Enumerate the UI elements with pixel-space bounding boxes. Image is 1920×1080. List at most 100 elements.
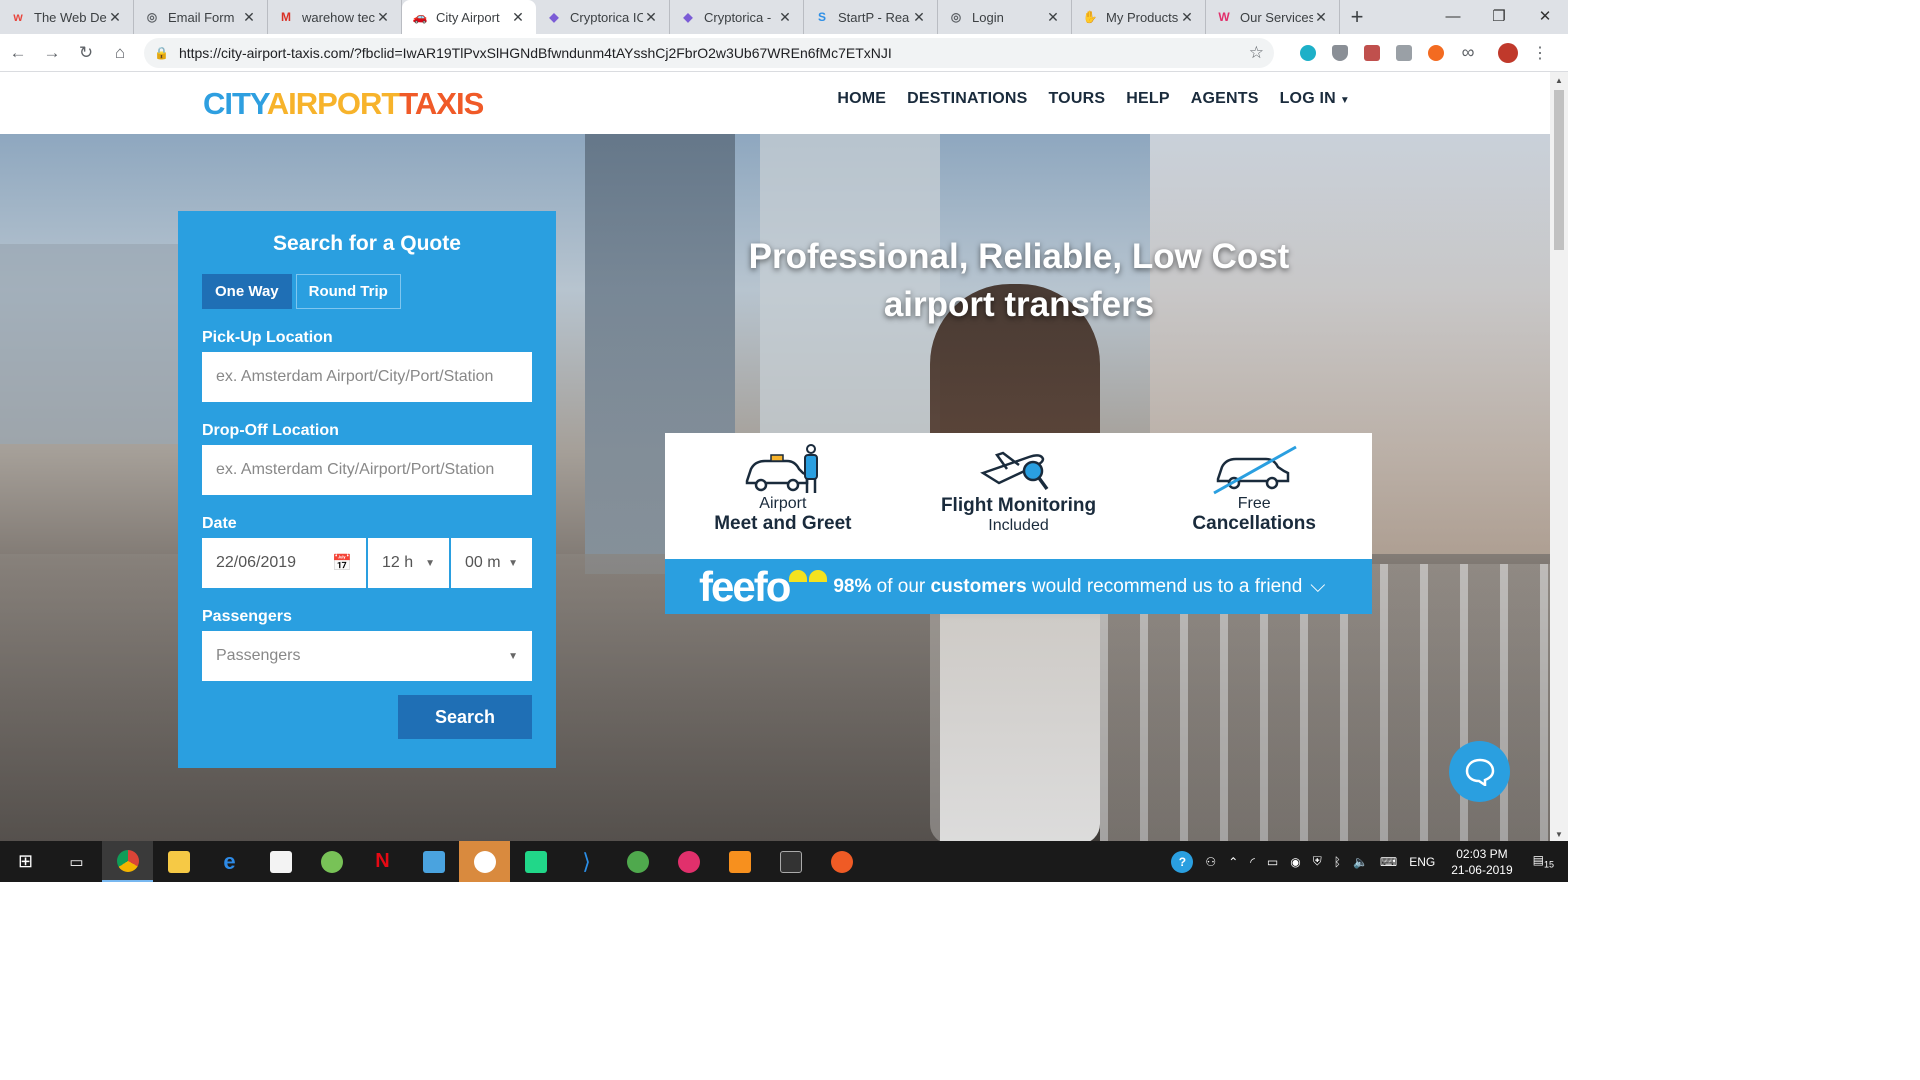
bookmark-star-icon[interactable]: ☆ bbox=[1249, 43, 1264, 63]
battery-icon[interactable]: ▭ bbox=[1267, 855, 1278, 869]
close-tab-icon[interactable]: ✕ bbox=[1045, 9, 1061, 26]
chevron-down-icon: ▼ bbox=[508, 557, 518, 569]
store-icon[interactable] bbox=[255, 841, 306, 882]
chrome-tray-icon[interactable]: ◉ bbox=[1290, 855, 1300, 869]
edge-icon[interactable]: e bbox=[204, 841, 255, 882]
tab-one-way[interactable]: One Way bbox=[202, 274, 292, 309]
wifi-icon[interactable]: ◜ bbox=[1250, 855, 1255, 869]
pycharm-icon[interactable] bbox=[510, 841, 561, 882]
search-button[interactable]: Search bbox=[398, 695, 532, 739]
feefo-rating-bar[interactable]: feefo 98% of our customers would recomme… bbox=[665, 559, 1372, 614]
nav-destinations[interactable]: DESTINATIONS bbox=[907, 90, 1027, 108]
close-tab-icon[interactable]: ✕ bbox=[241, 9, 257, 26]
pickup-input[interactable]: ex. Amsterdam Airport/City/Port/Station bbox=[202, 352, 532, 402]
close-tab-icon[interactable]: ✕ bbox=[107, 9, 123, 26]
back-button[interactable]: ← bbox=[2, 37, 34, 69]
scroll-up-icon[interactable]: ▲ bbox=[1555, 76, 1563, 85]
tab-favicon-icon: ◆ bbox=[549, 10, 559, 24]
start-button[interactable]: ⊞ bbox=[0, 841, 51, 882]
nav-home[interactable]: HOME bbox=[837, 90, 886, 108]
itunes-icon[interactable] bbox=[459, 841, 510, 882]
postman-icon[interactable] bbox=[816, 841, 867, 882]
nav-help[interactable]: HELP bbox=[1126, 90, 1169, 108]
close-tab-icon[interactable]: ✕ bbox=[643, 9, 659, 26]
browser-tab[interactable]: ◎ Email Form ✕ bbox=[134, 0, 268, 34]
calendar-icon[interactable]: 📅 bbox=[332, 553, 352, 573]
browser-tab[interactable]: w The Web De ✕ bbox=[0, 0, 134, 34]
page-scrollbar[interactable]: ▲ ▼ bbox=[1550, 72, 1568, 841]
chrome-taskbar-icon[interactable] bbox=[102, 841, 153, 882]
browser-tab[interactable]: W Our Services ✕ bbox=[1206, 0, 1340, 34]
profile-avatar[interactable] bbox=[1492, 37, 1524, 69]
tab-favicon-icon: ◎ bbox=[146, 10, 158, 24]
address-bar[interactable]: 🔒 https://city-airport-taxis.com/?fbclid… bbox=[144, 37, 1274, 68]
browser-tab[interactable]: 🚗 City Airport ✕ bbox=[402, 0, 536, 34]
close-tab-icon[interactable]: ✕ bbox=[1179, 9, 1195, 26]
tab-title: StartP - Rea bbox=[838, 9, 910, 25]
volume-icon[interactable]: 🔈 bbox=[1353, 855, 1368, 869]
shield-tray-icon[interactable]: ⛨ bbox=[1313, 854, 1322, 869]
scrollbar-thumb[interactable] bbox=[1554, 90, 1564, 250]
minimize-button[interactable]: — bbox=[1430, 0, 1476, 32]
shield-extension-icon[interactable] bbox=[1324, 37, 1356, 69]
android-icon[interactable] bbox=[306, 841, 357, 882]
browser-tab[interactable]: ◆ Cryptorica IC ✕ bbox=[536, 0, 670, 34]
tab-title: Cryptorica IC bbox=[570, 9, 643, 25]
home-button[interactable]: ⌂ bbox=[104, 37, 136, 69]
site-logo[interactable]: CITYAIRPORTTAXIS bbox=[203, 86, 484, 122]
browser-tab[interactable]: ◆ Cryptorica - ✕ bbox=[670, 0, 804, 34]
browser-tab[interactable]: ✋ My Products ✕ bbox=[1072, 0, 1206, 34]
language-indicator[interactable]: ENG bbox=[1409, 855, 1435, 869]
orange-extension-icon[interactable] bbox=[1420, 37, 1452, 69]
minute-select[interactable]: 00 m ▼ bbox=[451, 538, 532, 588]
close-tab-icon[interactable]: ✕ bbox=[510, 9, 526, 26]
windows-taskbar: ⊞ ▭ e N ⟩ ? ⚇ ⌃ ◜ ▭ ◉ ⛨ ᛒ 🔈 ⌨ ENG 02:03 … bbox=[0, 841, 1568, 882]
task-view-icon[interactable]: ▭ bbox=[51, 841, 102, 882]
copy-extension-icon[interactable] bbox=[1388, 37, 1420, 69]
passengers-select[interactable]: Passengers ▼ bbox=[202, 631, 532, 681]
help-icon[interactable]: ? bbox=[1171, 850, 1194, 873]
close-tab-icon[interactable]: ✕ bbox=[777, 9, 793, 26]
close-tab-icon[interactable]: ✕ bbox=[1313, 9, 1329, 26]
chat-button[interactable] bbox=[1449, 741, 1510, 802]
infinity-extension-icon[interactable]: ∞ bbox=[1452, 37, 1484, 69]
app-icon[interactable] bbox=[408, 841, 459, 882]
terminal-icon[interactable] bbox=[765, 841, 816, 882]
clock[interactable]: 02:03 PM 21-06-2019 bbox=[1451, 846, 1512, 878]
netflix-icon[interactable]: N bbox=[357, 841, 408, 882]
mongodb-icon[interactable] bbox=[612, 841, 663, 882]
show-hidden-icons[interactable]: ⌃ bbox=[1228, 855, 1238, 869]
nav-tours[interactable]: TOURS bbox=[1049, 90, 1106, 108]
hour-select[interactable]: 12 h ▼ bbox=[368, 538, 449, 588]
car-cancel-icon bbox=[1213, 445, 1297, 495]
input-icon[interactable]: ⌨ bbox=[1380, 855, 1397, 869]
sublime-icon[interactable] bbox=[714, 841, 765, 882]
close-tab-icon[interactable]: ✕ bbox=[911, 9, 927, 26]
nav-agents[interactable]: AGENTS bbox=[1191, 90, 1259, 108]
browser-tab[interactable]: ◎ Login ✕ bbox=[938, 0, 1072, 34]
scroll-down-icon[interactable]: ▼ bbox=[1555, 830, 1563, 839]
browser-tab[interactable]: Mwarehow tec ✕ bbox=[268, 0, 402, 34]
pdf-extension-icon[interactable] bbox=[1356, 37, 1388, 69]
file-explorer-icon[interactable] bbox=[153, 841, 204, 882]
browser-tab[interactable]: S StartP - Rea ✕ bbox=[804, 0, 938, 34]
menu-icon[interactable]: ⋮ bbox=[1524, 37, 1556, 69]
forward-button[interactable]: → bbox=[36, 37, 68, 69]
vscode-icon[interactable]: ⟩ bbox=[561, 841, 612, 882]
people-icon[interactable]: ⚇ bbox=[1205, 855, 1216, 869]
notifications-icon[interactable]: ▤15 bbox=[1533, 853, 1554, 869]
tab-round-trip[interactable]: Round Trip bbox=[295, 274, 401, 309]
wamp-icon[interactable] bbox=[663, 841, 714, 882]
bluetooth-icon[interactable]: ᛒ bbox=[1334, 855, 1341, 869]
extension-icon[interactable] bbox=[1292, 37, 1324, 69]
tab-favicon-icon: S bbox=[817, 10, 826, 24]
reload-button[interactable]: ↻ bbox=[70, 37, 102, 69]
nav-login[interactable]: LOG IN ▼ bbox=[1280, 90, 1350, 108]
new-tab-button[interactable]: + bbox=[1340, 0, 1374, 34]
date-input[interactable]: 22/06/2019 📅 bbox=[202, 538, 366, 588]
restore-button[interactable]: ❐ bbox=[1476, 0, 1522, 32]
close-window-button[interactable]: ✕ bbox=[1522, 0, 1568, 32]
tab-favicon-icon: W bbox=[1218, 10, 1230, 24]
close-tab-icon[interactable]: ✕ bbox=[375, 9, 391, 26]
dropoff-input[interactable]: ex. Amsterdam City/Airport/Port/Station bbox=[202, 445, 532, 495]
